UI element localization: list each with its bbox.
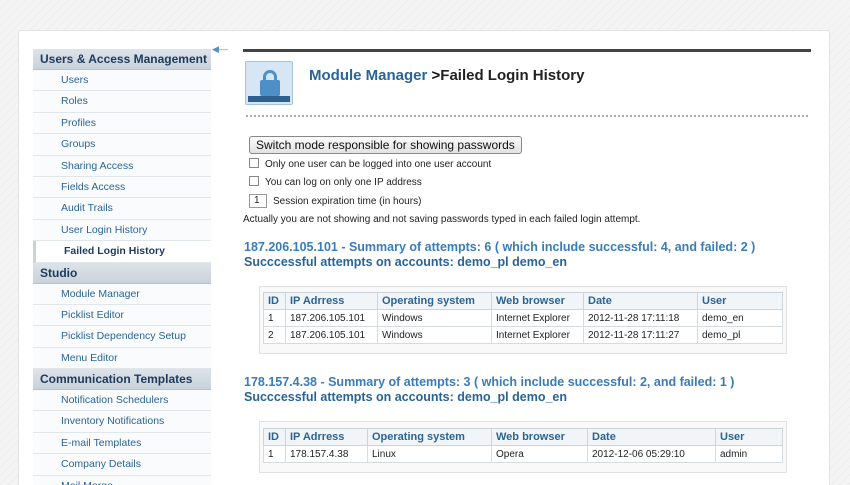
collapse-sidebar-arrow-icon[interactable]: ◀― (212, 43, 228, 55)
lock-icon (245, 61, 293, 105)
table-row: 1 178.157.4.38 Linux Opera 2012-12-06 05… (263, 445, 783, 463)
breadcrumb-separator: > (427, 67, 441, 84)
session-expiration-label: Session expiration time (in hours) (273, 196, 422, 207)
cell-date: 2012-11-28 17:11:27 (583, 326, 698, 344)
col-user: User (715, 428, 783, 446)
sidebar-item-roles[interactable]: Roles (33, 91, 211, 113)
attempts-table: ID IP Adrress Operating system Web brows… (263, 292, 783, 344)
sidebar-item-users[interactable]: Users (33, 70, 211, 92)
sidebar-item-profiles[interactable]: Profiles (33, 112, 211, 135)
sidebar-item-user-login-history[interactable]: User Login History (33, 219, 211, 242)
sidebar-section-users-access[interactable]: Users & Access Management (33, 49, 211, 70)
sidebar-item-inventory-notifications[interactable]: Inventory Notifications (33, 411, 211, 433)
sidebar-item-failed-login-history[interactable]: Failed Login History (33, 241, 211, 263)
page-title: Module Manager >Failed Login History (309, 67, 584, 84)
sidebar-item-mail-merge[interactable]: Mail Merge (33, 475, 211, 485)
one-user-checkbox[interactable] (249, 158, 259, 168)
cell-browser: Opera (491, 445, 588, 463)
cell-user: demo_pl (697, 326, 783, 344)
one-ip-label: You can log on only one IP address (265, 177, 422, 188)
settings-controls: Switch mode responsible for showing pass… (243, 136, 809, 225)
option-row-session: 1 Session expiration time (in hours) (249, 194, 809, 210)
switch-password-mode-button[interactable]: Switch mode responsible for showing pass… (249, 136, 522, 154)
sidebar-item-company-details[interactable]: Company Details (33, 454, 211, 476)
breadcrumb-module-manager[interactable]: Module Manager (309, 67, 427, 84)
cell-os: Windows (377, 309, 492, 327)
table-row: 1 187.206.105.101 Windows Internet Explo… (263, 309, 783, 327)
table-header-row: ID IP Adrress Operating system Web brows… (263, 292, 783, 310)
cell-ip: 187.206.105.101 (285, 326, 378, 344)
ip-summary: 187.206.105.101 - Summary of attempts: 6… (244, 240, 755, 270)
col-id: ID (263, 428, 286, 446)
cell-date: 2012-11-28 17:11:18 (583, 309, 698, 327)
settings-sidebar: Users & Access Management Users Roles Pr… (33, 49, 211, 485)
ip-successful-accounts: Succcessful attempts on accounts: demo_p… (244, 390, 567, 404)
option-row-one-user: Only one user can be logged into one use… (249, 158, 809, 172)
col-ip: IP Adrress (285, 428, 368, 446)
col-os: Operating system (377, 292, 492, 310)
option-row-one-ip: You can log on only one IP address (249, 176, 809, 190)
one-user-label: Only one user can be logged into one use… (265, 159, 492, 170)
page-title-text: Failed Login History (440, 67, 585, 84)
col-ip: IP Adrress (285, 292, 378, 310)
sidebar-item-groups[interactable]: Groups (33, 134, 211, 156)
sidebar-item-menu-editor[interactable]: Menu Editor (33, 347, 211, 370)
col-date: Date (587, 428, 716, 446)
col-date: Date (583, 292, 698, 310)
col-browser: Web browser (491, 428, 588, 446)
session-expiration-input[interactable]: 1 (249, 194, 267, 209)
sidebar-item-module-manager[interactable]: Module Manager (33, 283, 211, 305)
page-header: Module Manager >Failed Login History (243, 59, 811, 114)
sidebar-section-communication-templates[interactable]: Communication Templates (33, 369, 211, 391)
col-browser: Web browser (491, 292, 584, 310)
table-row: 2 187.206.105.101 Windows Internet Explo… (263, 326, 783, 344)
cell-os: Windows (377, 326, 492, 344)
password-status-note: Actually you are not showing and not sav… (243, 214, 641, 225)
sidebar-item-notification-schedulers[interactable]: Notification Schedulers (33, 390, 211, 412)
col-id: ID (263, 292, 286, 310)
col-os: Operating system (367, 428, 492, 446)
cell-id: 2 (263, 326, 286, 344)
ip-summary: 178.157.4.38 - Summary of attempts: 3 ( … (244, 375, 734, 405)
cell-browser: Internet Explorer (491, 326, 584, 344)
header-divider (243, 49, 811, 52)
cell-date: 2012-12-06 05:29:10 (587, 445, 716, 463)
cell-browser: Internet Explorer (491, 309, 584, 327)
col-user: User (697, 292, 783, 310)
sidebar-section-studio[interactable]: Studio (33, 262, 211, 284)
sidebar-item-audit-trails[interactable]: Audit Trails (33, 198, 211, 220)
attempts-table: ID IP Adrress Operating system Web brows… (263, 428, 783, 463)
one-ip-checkbox[interactable] (249, 176, 259, 186)
cell-ip: 178.157.4.38 (285, 445, 368, 463)
cell-id: 1 (263, 309, 286, 327)
sidebar-item-picklist-dependency-setup[interactable]: Picklist Dependency Setup (33, 326, 211, 348)
dotted-divider (246, 115, 808, 117)
cell-user: demo_en (697, 309, 783, 327)
sidebar-item-picklist-editor[interactable]: Picklist Editor (33, 304, 211, 327)
sidebar-item-email-templates[interactable]: E-mail Templates (33, 432, 211, 455)
table-header-row: ID IP Adrress Operating system Web brows… (263, 428, 783, 446)
sidebar-item-sharing-access[interactable]: Sharing Access (33, 155, 211, 177)
ip-summary-line: 178.157.4.38 - Summary of attempts: 3 ( … (244, 375, 735, 389)
cell-os: Linux (367, 445, 492, 463)
cell-id: 1 (263, 445, 286, 463)
ip-summary-line: 187.206.105.101 - Summary of attempts: 6… (244, 240, 756, 254)
sidebar-item-fields-access[interactable]: Fields Access (33, 176, 211, 199)
cell-ip: 187.206.105.101 (285, 309, 378, 327)
ip-successful-accounts: Succcessful attempts on accounts: demo_p… (244, 255, 567, 269)
cell-user: admin (715, 445, 783, 463)
